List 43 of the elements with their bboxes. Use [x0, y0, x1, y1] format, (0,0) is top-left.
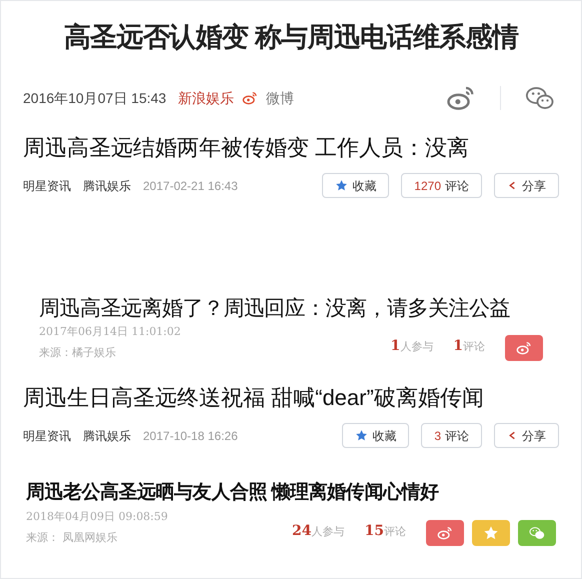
favorite-button[interactable]: 收藏	[342, 423, 410, 448]
favorite-share-button[interactable]	[472, 520, 510, 546]
weibo-label: 微博	[266, 88, 294, 108]
comments-button[interactable]: 1270 评论	[401, 173, 482, 198]
comment-count: 1	[453, 337, 463, 356]
source-name: 腾讯娱乐	[83, 178, 131, 194]
participants-label: 人参与	[312, 525, 345, 540]
star-icon	[483, 525, 499, 541]
headline: 高圣远否认婚变 称与周迅电话维系感情	[64, 20, 518, 54]
star-icon	[335, 179, 348, 192]
article-title[interactable]: 周迅高圣远离婚了？周迅回应：没离，请多关注公益	[39, 292, 543, 324]
weibo-share-button[interactable]	[426, 520, 464, 546]
share-button[interactable]: 分享	[494, 423, 559, 448]
share-button[interactable]: 分享	[494, 173, 559, 198]
weibo-share-button[interactable]	[505, 335, 543, 361]
publish-date: 2016年10月07日 15:43	[23, 88, 166, 108]
participant-count: 24	[292, 522, 312, 541]
source-label: 来源：橘子娱乐	[39, 344, 117, 360]
wechat-icon	[529, 525, 545, 541]
participants-label: 人参与	[400, 340, 434, 355]
article-title[interactable]: 周迅高圣远结婚两年被传婚变 工作人员：没离	[23, 131, 559, 165]
channel-label: 明星资讯	[23, 178, 71, 194]
comments-label: 评论	[463, 340, 485, 355]
article-title[interactable]: 周迅生日高圣远终送祝福 甜喊“dear”破离婚传闻	[23, 381, 559, 415]
weibo-icon	[516, 340, 532, 356]
weibo-icon	[242, 90, 258, 106]
comments-button[interactable]: 3 评论	[421, 423, 482, 448]
star-icon	[355, 429, 368, 442]
weibo-icon	[437, 525, 453, 541]
source-name: 腾讯娱乐	[83, 428, 131, 444]
publish-time: 2017-02-21 16:43	[143, 178, 238, 194]
wechat-share-button[interactable]	[518, 520, 556, 546]
channel-label: 明星资讯	[23, 428, 71, 444]
comment-count: 15	[364, 522, 384, 541]
publish-time: 2017年06月14日 11:01:02	[39, 324, 181, 340]
publish-time: 2018年04月09日 09:08:59	[26, 509, 168, 525]
participant-count: 1	[390, 337, 400, 356]
publish-time: 2017-10-18 16:26	[143, 428, 238, 444]
source-label: 来源： 凤凰网娱乐	[26, 530, 118, 546]
article-title[interactable]: 周迅老公高圣远晒与友人合照 懒理离婚传闻心情好	[26, 477, 556, 509]
comments-label: 评论	[384, 525, 406, 540]
source-name: 新浪娱乐	[178, 88, 234, 108]
favorite-button[interactable]: 收藏	[322, 173, 390, 198]
